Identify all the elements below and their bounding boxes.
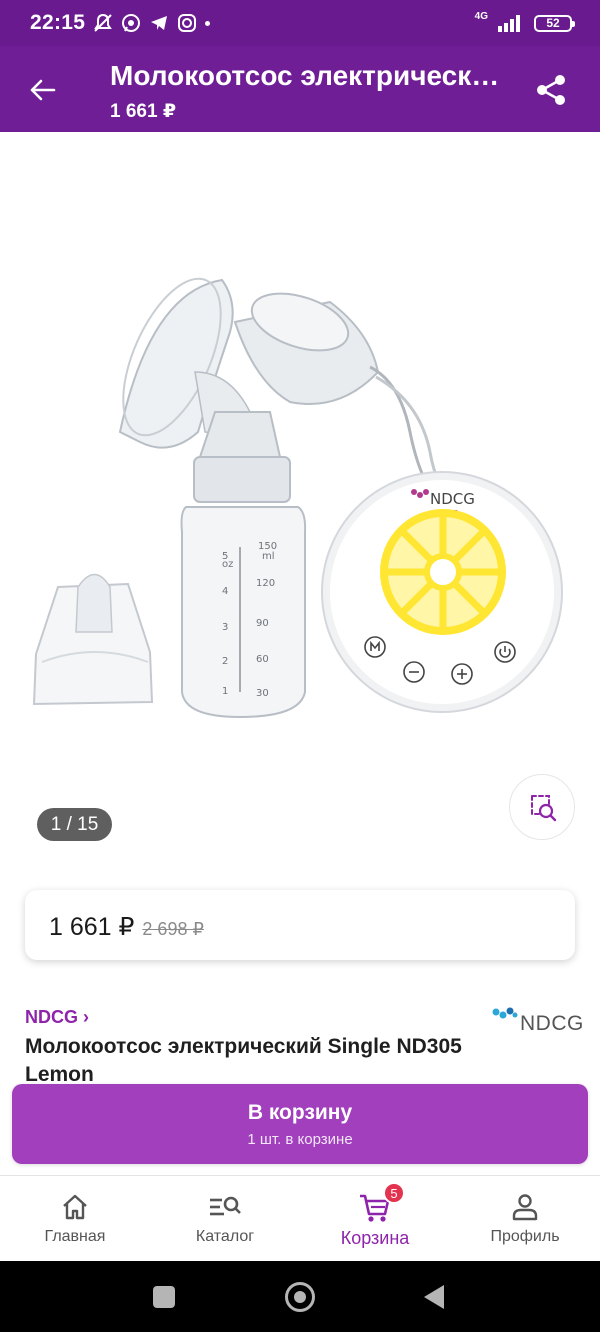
telegram-icon [151, 16, 168, 30]
current-price: 1 661 ₽ [49, 913, 135, 941]
profile-icon [512, 1194, 538, 1221]
nav-profile[interactable]: Профиль [450, 1176, 600, 1261]
old-price: 2 698 ₽ [142, 919, 204, 939]
nav-home[interactable]: Главная [0, 1176, 150, 1261]
add-to-cart-button[interactable]: В корзину 1 шт. в корзине [12, 1084, 588, 1164]
more-notifications-dot [205, 20, 211, 26]
scale-4: 4 [222, 586, 228, 597]
feeding-bottle: 150 ml 120 90 60 30 5 oz 4 3 2 1 [180, 411, 307, 719]
scale-oz: oz [222, 559, 233, 570]
header-price: 1 661 ₽ [110, 101, 177, 122]
nav-catalog[interactable]: Каталог [150, 1176, 300, 1261]
share-button[interactable] [530, 70, 572, 110]
back-button[interactable] [22, 70, 62, 110]
product-image[interactable]: 150 ml 120 90 60 30 5 oz 4 3 2 1 NDCG [0, 262, 600, 732]
image-search-icon [531, 795, 557, 822]
nav-profile-label: Профиль [490, 1228, 560, 1245]
lemon-display [380, 509, 506, 635]
instagram-icon [178, 14, 197, 32]
system-navigation-bar [0, 1261, 600, 1332]
scale-1: 1 [222, 686, 228, 697]
page-title: Молокоотсос электрический Single ND305 L… [110, 60, 510, 91]
add-to-cart-label: В корзину [247, 1100, 353, 1124]
recent-apps-button[interactable] [153, 1286, 175, 1308]
visual-search-button[interactable] [509, 774, 575, 840]
network-type: 4G [474, 11, 488, 22]
scale-2: 2 [222, 656, 228, 667]
nav-cart[interactable]: 5 Корзина [300, 1176, 450, 1261]
scale-60: 60 [256, 654, 269, 665]
status-time: 22:15 [30, 11, 86, 34]
mute-notification-icon [94, 13, 113, 32]
motor-unit: NDCG [321, 471, 563, 713]
brand-link[interactable]: NDCG › [25, 1007, 89, 1028]
product-gallery[interactable]: 150 ml 120 90 60 30 5 oz 4 3 2 1 NDCG 1 … [0, 132, 600, 852]
status-bar: 22:15 4G 52 [0, 0, 600, 46]
catalog-search-icon [210, 1196, 241, 1216]
scale-30: 30 [256, 688, 269, 699]
price-card: 1 661 ₽ 2 698 ₽ [25, 890, 575, 960]
nav-home-label: Главная [44, 1228, 106, 1245]
motor-logo-text: NDCG [430, 490, 475, 508]
signal-icon [498, 15, 520, 32]
top-app-bar: Молокоотсос электрический Single ND305 L… [0, 46, 600, 132]
scale-ml: ml [262, 551, 275, 562]
nav-cart-label: Корзина [340, 1228, 410, 1248]
image-counter: 1 / 15 [37, 808, 112, 841]
in-cart-count: 1 шт. в корзине [247, 1130, 353, 1148]
brand-logo-text: NDCG [520, 1012, 584, 1035]
whatsapp-icon [122, 14, 141, 32]
scale-90: 90 [256, 618, 269, 629]
share-icon [537, 75, 565, 105]
bottle-cap [32, 573, 154, 706]
nav-catalog-label: Каталог [195, 1228, 255, 1245]
ndcg-logo-dots-icon [492, 1007, 518, 1019]
brand-logo[interactable]: NDCG [492, 1006, 584, 1036]
battery-level: 52 [546, 16, 560, 30]
bottom-navigation: Главная Каталог 5 Корзина Профиль [0, 1175, 600, 1261]
cart-badge: 5 [383, 1182, 405, 1204]
product-name: Молокоотсос электрический Single ND305 L… [25, 1035, 462, 1086]
scale-3: 3 [222, 622, 228, 633]
home-icon [63, 1194, 87, 1220]
battery-icon: 52 [534, 14, 575, 32]
arrow-left-icon [30, 79, 56, 101]
system-back-button[interactable] [424, 1285, 444, 1309]
scale-120: 120 [256, 578, 275, 589]
system-home-button[interactable] [285, 1282, 315, 1312]
